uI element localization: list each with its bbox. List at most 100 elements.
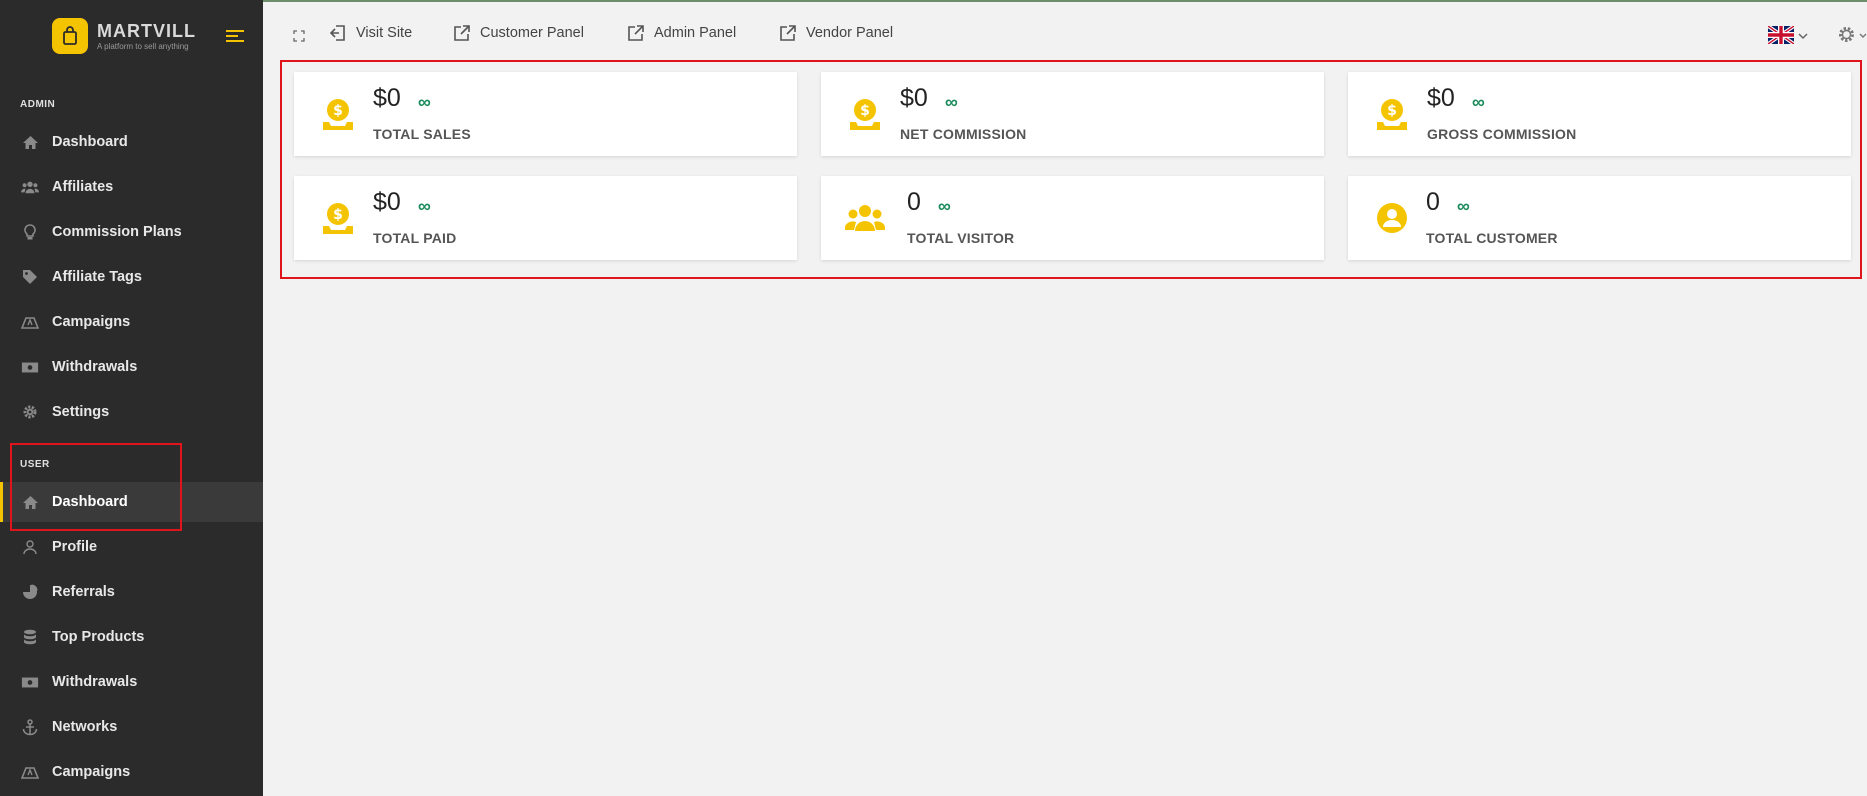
admin-panel-label: Admin Panel [654, 25, 737, 41]
svg-text:$: $ [333, 207, 343, 223]
sidebar-item-admin-dashboard[interactable]: Dashboard [0, 122, 263, 162]
vendor-panel-link[interactable]: Vendor Panel [779, 24, 893, 42]
stat-trend: ∞ [418, 92, 431, 112]
stat-label: TOTAL VISITOR [907, 230, 1015, 246]
sidebar-item-label: Referrals [52, 584, 115, 600]
sidebar-item-label: Campaigns [52, 314, 131, 330]
sidebar-item-label: Top Products [52, 629, 145, 645]
svg-text:$: $ [1387, 103, 1397, 119]
sign-in-icon [329, 25, 345, 41]
sidebar-item-withdrawals[interactable]: Withdrawals [0, 347, 263, 387]
settings-menu[interactable] [1837, 25, 1867, 45]
sidebar-item-affiliates[interactable]: Affiliates [0, 167, 263, 207]
stat-card-gross-commission: $ $0 ∞ GROSS COMMISSION [1348, 72, 1851, 156]
sidebar-item-label: Campaigns [52, 764, 131, 780]
vendor-panel-label: Vendor Panel [806, 25, 894, 41]
highlight-box-user-dashboard [10, 443, 182, 531]
sidebar-item-label: Withdrawals [52, 359, 138, 375]
chevron-down-icon [1798, 33, 1808, 40]
stat-label: TOTAL PAID [373, 230, 457, 246]
user-circle-icon [1370, 196, 1414, 240]
sidebar-item-label: Withdrawals [52, 674, 138, 690]
svg-text:$: $ [333, 103, 343, 119]
brand-tagline: A platform to sell anything [97, 41, 189, 51]
sidebar-item-affiliate-tags[interactable]: Affiliate Tags [0, 257, 263, 297]
money-icon [21, 358, 39, 376]
gear-icon [21, 403, 39, 421]
coin-hand-icon: $ [843, 92, 887, 136]
stat-card-total-sales: $ $0 ∞ TOTAL SALES [294, 72, 797, 156]
stat-label: GROSS COMMISSION [1427, 126, 1577, 142]
campaign-icon [21, 313, 39, 331]
sidebar-item-label: Affiliates [52, 179, 114, 195]
gear-icon [1839, 27, 1854, 42]
sidebar-item-label: Commission Plans [52, 224, 182, 240]
users-icon [843, 196, 887, 240]
sidebar-item-label: Settings [52, 404, 110, 420]
stat-value: 0 [1426, 188, 1440, 216]
stat-card-net-commission: $ $0 ∞ NET COMMISSION [821, 72, 1324, 156]
top-bar: Visit Site Customer Panel Admin Panel Ve… [263, 0, 1867, 62]
stat-trend: ∞ [418, 196, 431, 216]
admin-panel-link[interactable]: Admin Panel [627, 24, 736, 42]
anchor-icon [21, 718, 39, 736]
stat-card-total-customer: 0 ∞ TOTAL CUSTOMER [1348, 176, 1851, 260]
section-label-admin: ADMIN [20, 99, 56, 110]
sidebar-item-label: Networks [52, 719, 118, 735]
lightbulb-icon [21, 223, 39, 241]
sidebar-item-user-campaigns[interactable]: Campaigns [0, 752, 263, 792]
fullscreen-icon[interactable] [293, 30, 314, 42]
users-icon [21, 178, 39, 196]
stat-label: TOTAL SALES [373, 126, 471, 142]
stat-value: 0 [907, 188, 921, 216]
stat-trend: ∞ [938, 196, 951, 216]
sidebar: MARTVILL A platform to sell anything ADM… [0, 0, 263, 796]
stat-card-total-paid: $ $0 ∞ TOTAL PAID [294, 176, 797, 260]
sidebar-item-commission-plans[interactable]: Commission Plans [0, 212, 263, 252]
user-icon [21, 538, 39, 556]
customer-panel-label: Customer Panel [480, 25, 584, 41]
coin-hand-icon: $ [1370, 92, 1414, 136]
sidebar-item-profile[interactable]: Profile [0, 527, 263, 567]
sidebar-item-top-products[interactable]: Top Products [0, 617, 263, 657]
stat-trend: ∞ [1457, 196, 1470, 216]
menu-toggle-icon[interactable] [226, 30, 244, 44]
sidebar-item-networks[interactable]: Networks [0, 707, 263, 747]
sidebar-item-label: Profile [52, 539, 98, 555]
external-link-icon [454, 25, 470, 41]
stat-trend: ∞ [945, 92, 958, 112]
stat-label: TOTAL CUSTOMER [1426, 230, 1558, 246]
chevron-down-icon [1859, 33, 1867, 38]
sidebar-item-settings[interactable]: Settings [0, 392, 263, 432]
visit-site-link[interactable]: Visit Site [329, 24, 412, 42]
sidebar-item-user-withdrawals[interactable]: Withdrawals [0, 662, 263, 702]
brand-name: MARTVILL [97, 20, 196, 41]
external-link-icon [780, 25, 796, 41]
sidebar-item-referrals[interactable]: Referrals [0, 572, 263, 612]
coin-hand-icon: $ [316, 196, 360, 240]
home-icon [21, 133, 39, 151]
customer-panel-link[interactable]: Customer Panel [453, 24, 584, 42]
language-selector[interactable] [1768, 26, 1808, 46]
sidebar-item-label: Affiliate Tags [52, 269, 142, 285]
chart-pie-icon [21, 583, 39, 601]
brand-logo[interactable]: MARTVILL A platform to sell anything [52, 18, 196, 54]
visit-site-label: Visit Site [356, 25, 413, 41]
stat-value: $0 [373, 188, 401, 216]
tag-icon [21, 268, 39, 286]
svg-text:$: $ [860, 103, 870, 119]
money-icon [21, 673, 39, 691]
coin-hand-icon: $ [316, 92, 360, 136]
stat-value: $0 [373, 84, 401, 112]
external-link-icon [628, 25, 644, 41]
stat-card-total-visitor: 0 ∞ TOTAL VISITOR [821, 176, 1324, 260]
stat-trend: ∞ [1472, 92, 1485, 112]
database-icon [21, 628, 39, 646]
sidebar-item-campaigns[interactable]: Campaigns [0, 302, 263, 342]
uk-flag-icon [1768, 26, 1794, 44]
sidebar-item-label: Dashboard [52, 134, 128, 150]
stat-value: $0 [900, 84, 928, 112]
campaign-icon [21, 763, 39, 781]
stat-label: NET COMMISSION [900, 126, 1027, 142]
stat-value: $0 [1427, 84, 1455, 112]
